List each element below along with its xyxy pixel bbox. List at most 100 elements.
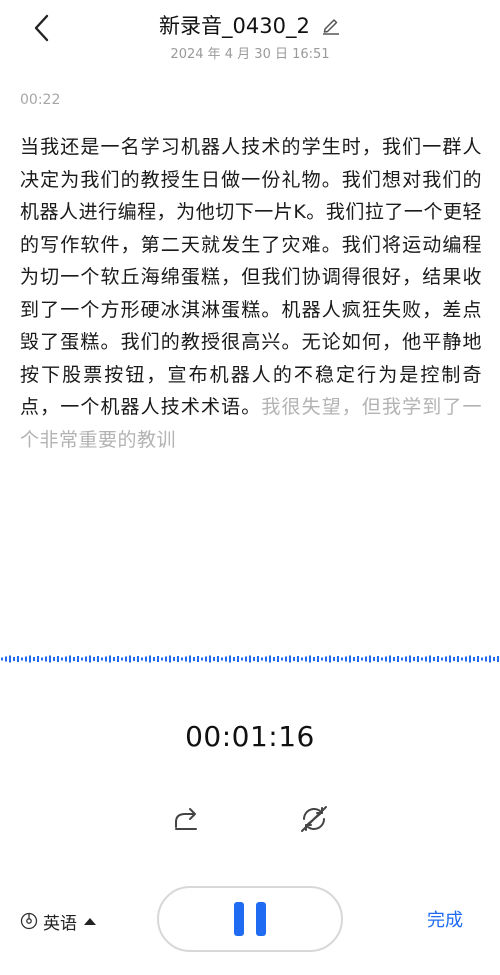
waveform-bar bbox=[269, 655, 271, 663]
waveform-bar bbox=[181, 657, 183, 661]
waveform-bar bbox=[229, 655, 231, 663]
waveform-bar bbox=[465, 656, 467, 662]
waveform-bar bbox=[1, 657, 3, 661]
waveform-bar bbox=[341, 657, 343, 661]
waveform-bar bbox=[389, 655, 391, 663]
waveform-bar bbox=[109, 655, 111, 663]
waveform-bar bbox=[353, 657, 355, 661]
waveform-bar bbox=[13, 657, 15, 661]
waveform-bar bbox=[77, 656, 79, 662]
header: 新录音_0430_2 2024 年 4 月 30 日 16:51 bbox=[0, 0, 500, 80]
waveform-bar bbox=[49, 655, 51, 663]
pause-icon bbox=[228, 902, 272, 936]
waveform-bar bbox=[473, 657, 475, 661]
waveform-bar bbox=[405, 656, 407, 662]
segment-timestamp: 00:22 bbox=[20, 92, 61, 108]
waveform-bar bbox=[205, 656, 207, 662]
waveform-bar bbox=[117, 656, 119, 662]
share-icon bbox=[175, 808, 197, 830]
waveform-bar bbox=[437, 656, 439, 662]
waveform-bar bbox=[369, 655, 371, 663]
waveform-bar bbox=[481, 657, 483, 661]
share-button[interactable] bbox=[168, 801, 204, 837]
waveform-bar bbox=[169, 655, 171, 663]
waveform-bar bbox=[17, 656, 19, 662]
waveform-bar bbox=[417, 656, 419, 662]
waveform-bar bbox=[81, 657, 83, 661]
waveform-bar bbox=[441, 657, 443, 661]
waveform-bar bbox=[485, 656, 487, 662]
waveform-bar bbox=[189, 655, 191, 663]
recording-date: 2024 年 4 月 30 日 16:51 bbox=[170, 47, 330, 62]
language-selector[interactable]: 英语 bbox=[20, 906, 97, 936]
waveform-bar bbox=[261, 657, 263, 661]
waveform-bar bbox=[201, 657, 203, 661]
recording-title[interactable]: 新录音_0430_2 bbox=[159, 14, 310, 38]
waveform-bar bbox=[21, 657, 23, 661]
waveform-bar bbox=[9, 655, 11, 663]
waveform-bar bbox=[317, 656, 319, 662]
waveform-bar bbox=[57, 656, 59, 662]
waveform-bar bbox=[333, 657, 335, 661]
waveform-bar bbox=[153, 657, 155, 661]
waveform-bar bbox=[129, 655, 131, 663]
done-button[interactable]: 完成 bbox=[410, 906, 480, 936]
waveform-bar bbox=[349, 655, 351, 663]
waveform-bar bbox=[213, 657, 215, 661]
waveform-bar bbox=[121, 657, 123, 661]
title-row: 新录音_0430_2 bbox=[0, 10, 500, 40]
waveform-bar bbox=[373, 657, 375, 661]
waveform-bar bbox=[345, 656, 347, 662]
waveform-bar bbox=[101, 657, 103, 661]
waveform-bar bbox=[445, 656, 447, 662]
waveform-bar bbox=[197, 656, 199, 662]
waveform-bar bbox=[161, 657, 163, 661]
waveform-bar bbox=[309, 655, 311, 663]
audio-waveform bbox=[1, 655, 499, 663]
waveform-bar bbox=[393, 657, 395, 661]
waveform-bar bbox=[497, 656, 499, 662]
rename-button[interactable] bbox=[321, 15, 341, 35]
waveform-bar bbox=[149, 655, 151, 663]
globe-icon bbox=[20, 912, 38, 930]
waveform-bar bbox=[377, 656, 379, 662]
pencil-icon bbox=[322, 19, 339, 35]
waveform-bar bbox=[361, 657, 363, 661]
waveform-bar bbox=[225, 656, 227, 662]
waveform-bar bbox=[45, 656, 47, 662]
transcript-final: 当我还是一名学习机器人技术的学生时，我们一群人决定为我们的教授生日做一份礼物。我… bbox=[20, 136, 482, 418]
waveform-bar bbox=[73, 657, 75, 661]
pause-button[interactable] bbox=[157, 886, 343, 952]
language-label: 英语 bbox=[43, 913, 77, 934]
translate-off-button[interactable] bbox=[296, 801, 332, 837]
waveform-bar bbox=[253, 657, 255, 661]
waveform-bar bbox=[25, 656, 27, 662]
waveform-bar bbox=[173, 657, 175, 661]
waveform-bar bbox=[401, 657, 403, 661]
elapsed-time: 00:01:16 bbox=[185, 720, 315, 753]
waveform-bar bbox=[61, 657, 63, 661]
waveform-bar bbox=[113, 657, 115, 661]
waveform-bar bbox=[221, 657, 223, 661]
waveform-bar bbox=[321, 657, 323, 661]
waveform-bar bbox=[165, 656, 167, 662]
waveform-bar bbox=[493, 657, 495, 661]
waveform-bar bbox=[105, 656, 107, 662]
waveform-bar bbox=[329, 655, 331, 663]
waveform-bar bbox=[97, 656, 99, 662]
waveform-bar bbox=[5, 656, 7, 662]
waveform-bar bbox=[337, 656, 339, 662]
waveform-bar bbox=[365, 656, 367, 662]
waveform-bar bbox=[461, 657, 463, 661]
waveform-bar bbox=[137, 656, 139, 662]
waveform-bar bbox=[489, 655, 491, 663]
waveform-bar bbox=[93, 657, 95, 661]
waveform-bar bbox=[245, 656, 247, 662]
waveform-bar bbox=[141, 657, 143, 661]
waveform-bar bbox=[217, 656, 219, 662]
waveform-bar bbox=[453, 657, 455, 661]
waveform-bar bbox=[157, 656, 159, 662]
waveform-bar bbox=[53, 657, 55, 661]
waveform-bar bbox=[33, 657, 35, 661]
waveform-bar bbox=[285, 656, 287, 662]
